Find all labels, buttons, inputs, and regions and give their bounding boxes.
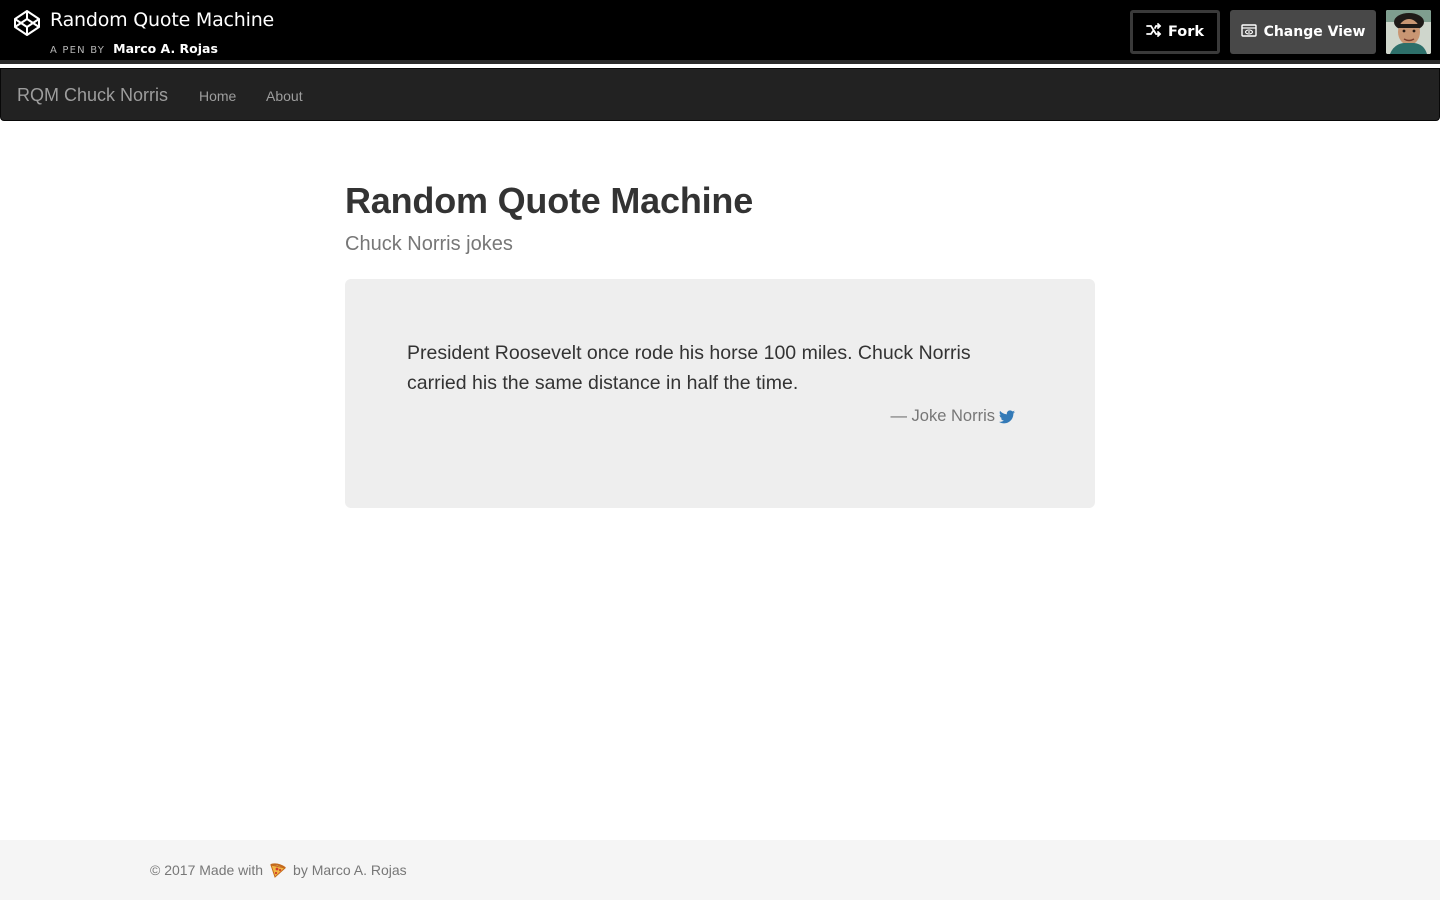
nav-link-about[interactable]: About — [266, 88, 303, 104]
navbar-brand[interactable]: RQM Chuck Norris — [17, 85, 168, 106]
fork-button[interactable]: Fork — [1130, 10, 1220, 54]
page-title: Random Quote Machine — [345, 180, 754, 221]
fork-label: Fork — [1167, 24, 1205, 40]
codepen-logo-icon[interactable] — [13, 9, 41, 37]
twitter-icon[interactable] — [999, 409, 1015, 424]
pen-byline: A PEN BY Marco A. Rojas — [50, 38, 218, 57]
footer-text: © 2017 Made with by Marco A. Rojas — [150, 862, 407, 878]
quote-footer: — Joke Norris — [890, 407, 1015, 426]
change-view-label: Change View — [1263, 24, 1366, 40]
pizza-icon — [269, 862, 287, 878]
page-subtitle: Chuck Norris jokes — [345, 233, 513, 255]
byline-prefix: A PEN BY — [50, 45, 106, 56]
footer-text-after: by Marco A. Rojas — [293, 862, 407, 878]
change-view-icon — [1240, 23, 1257, 41]
footer-text-before: © 2017 Made with — [150, 862, 264, 878]
quote-attribution: — Joke Norris — [890, 407, 995, 425]
change-view-button[interactable]: Change View — [1230, 10, 1376, 54]
site-footer: © 2017 Made with by Marco A. Rojas — [0, 840, 1440, 900]
codepen-header: Random Quote Machine A PEN BY Marco A. R… — [0, 0, 1440, 64]
navbar: RQM Chuck Norris Home About — [0, 68, 1440, 121]
nav-link-home[interactable]: Home — [199, 88, 236, 104]
user-avatar[interactable] — [1386, 10, 1431, 54]
pen-title: Random Quote Machine — [50, 9, 275, 31]
quote-well: President Roosevelt once rode his horse … — [345, 279, 1095, 508]
pen-author-link[interactable]: Marco A. Rojas — [113, 41, 218, 56]
quote-text: President Roosevelt once rode his horse … — [407, 342, 971, 394]
fork-icon — [1146, 23, 1162, 41]
